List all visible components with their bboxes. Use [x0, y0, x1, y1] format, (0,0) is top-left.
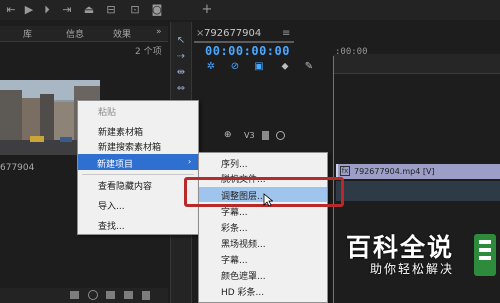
menu-item-show-hidden[interactable]: 查看隐藏内容 — [98, 179, 152, 192]
step-forward-icon[interactable]: ⇥ — [60, 3, 74, 17]
submenu-item-bars[interactable]: 彩条... — [221, 221, 248, 234]
new-item-icon[interactable] — [124, 291, 133, 299]
fx-badge-icon: fx — [340, 166, 350, 176]
ripple-edit-icon[interactable]: ⇹ — [174, 66, 188, 80]
time-ruler[interactable] — [333, 54, 500, 74]
top-toolbar — [0, 0, 500, 20]
lock-icon[interactable]: ⊕ — [224, 130, 232, 140]
selection-tool-icon[interactable]: ↖ — [174, 34, 188, 48]
menu-item-new-bin[interactable]: 新建素材箱 — [98, 125, 143, 138]
menu-item-new-item[interactable]: 新建项目 › — [78, 154, 198, 170]
audio-track[interactable] — [336, 181, 500, 201]
tab-underline — [194, 41, 294, 43]
linked-selection-icon[interactable]: ⊘ — [228, 61, 242, 73]
camera-icon[interactable]: ◙ — [150, 3, 164, 17]
menu-item-find[interactable]: 查找... — [98, 219, 125, 232]
submenu-item-sequence[interactable]: 序列... — [221, 157, 248, 170]
step-forward-icon[interactable]: ⏵ — [40, 3, 54, 17]
watermark-logo-icon — [474, 234, 496, 276]
export-frame-icon[interactable]: ⊡ — [128, 3, 142, 17]
plus-icon[interactable]: + — [200, 3, 214, 17]
mouse-cursor-icon — [263, 193, 273, 207]
watermark-subtitle: 助你轻松解决 — [370, 262, 455, 276]
submenu-item-captions[interactable]: 字幕... — [221, 253, 248, 266]
step-back-icon[interactable]: ⇤ — [4, 3, 18, 17]
wrench-icon[interactable]: ✎ — [302, 61, 316, 73]
item-count: 2 个项 — [135, 47, 162, 57]
snap-icon[interactable]: ✲ — [204, 61, 218, 73]
panel-menu-icon[interactable]: ≡ — [282, 28, 290, 39]
menu-separator — [82, 174, 194, 175]
lift-icon[interactable]: ⏏ — [82, 3, 96, 17]
eye-icon[interactable] — [276, 131, 285, 140]
submenu-arrow-icon: › — [188, 157, 192, 166]
more-tabs-icon[interactable]: » — [156, 27, 162, 37]
play-icon[interactable]: ▶ — [22, 3, 36, 17]
search-icon[interactable] — [88, 290, 98, 300]
context-menu: 粘贴 新建素材箱 新建搜索素材箱 新建项目 › 查看隐藏内容 导入... 查找.… — [77, 100, 199, 235]
toggle-output-icon[interactable] — [262, 131, 269, 140]
marker-icon[interactable]: ⬥ — [278, 61, 292, 73]
new-item-submenu: 序列... 脱机文件... 调整图层... 字幕... 彩条... 黑场视频..… — [198, 152, 328, 303]
clip-name: 677904 — [0, 163, 35, 173]
submenu-item-color-matte[interactable]: 颜色遮罩... — [221, 269, 266, 282]
tab-info[interactable]: 信息 — [66, 27, 84, 40]
menu-item-paste[interactable]: 粘贴 — [98, 105, 116, 118]
extract-icon[interactable]: ⊟ — [104, 3, 118, 17]
tab-effects[interactable]: 效果 — [113, 27, 131, 40]
timecode[interactable]: 00:00:00:00 — [205, 44, 290, 58]
video-clip-label: 792677904.mp4 [V] — [354, 167, 435, 176]
track-select-icon[interactable]: ⇢ — [174, 50, 188, 64]
trash-icon[interactable] — [142, 291, 150, 300]
track-label: V3 — [244, 131, 255, 140]
menu-item-import[interactable]: 导入... — [98, 199, 125, 212]
submenu-item-hd-bars[interactable]: HD 彩条... — [221, 285, 264, 298]
menu-item-new-item-label: 新建项目 — [97, 160, 134, 170]
marker-add-icon[interactable]: ▣ — [252, 61, 266, 73]
tab-library[interactable]: 库 — [23, 27, 32, 40]
watermark-title: 百科全说 — [346, 233, 455, 262]
bin-icon[interactable] — [70, 291, 79, 299]
rate-stretch-icon[interactable]: ⇔ — [174, 82, 188, 96]
menu-item-new-search-bin[interactable]: 新建搜索素材箱 — [98, 140, 161, 153]
submenu-item-black-video[interactable]: 黑场视频... — [221, 237, 266, 250]
sequence-tab[interactable]: 792677904 — [204, 28, 261, 39]
new-bin-icon[interactable] — [106, 291, 115, 299]
